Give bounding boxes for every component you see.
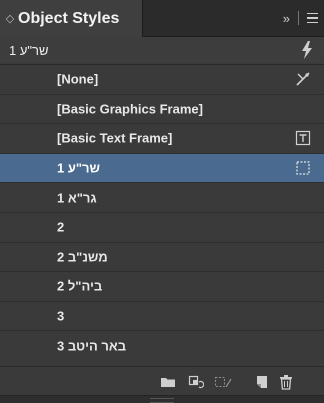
resize-grip[interactable] bbox=[150, 398, 174, 403]
clear-overrides-icon[interactable] bbox=[188, 374, 205, 390]
style-label: שר"ע 1 bbox=[57, 160, 101, 176]
style-row[interactable]: ביה"ל 2 bbox=[0, 272, 324, 302]
style-row-basic-graphics-frame[interactable]: [Basic Graphics Frame] bbox=[0, 95, 324, 125]
style-row[interactable]: גר"א 1 bbox=[0, 183, 324, 213]
panel-resize-handle[interactable] bbox=[0, 395, 324, 403]
style-row[interactable]: באר היטב 3 bbox=[0, 331, 324, 360]
lightning-bolt-icon[interactable] bbox=[301, 41, 313, 62]
panel-controls: » bbox=[283, 0, 318, 36]
style-row[interactable]: 2 bbox=[0, 213, 324, 243]
panel-tab-bar: ◇ Object Styles » bbox=[0, 0, 324, 37]
style-label: [Basic Graphics Frame] bbox=[57, 101, 203, 117]
panel-menu-icon[interactable] bbox=[307, 12, 318, 24]
panel-title: Object Styles bbox=[18, 9, 120, 27]
styles-list: [None] [Basic Graphics Frame] [Basic Tex… bbox=[0, 64, 324, 367]
trash-icon[interactable] bbox=[278, 374, 294, 390]
clear-attributes-icon[interactable] bbox=[214, 374, 232, 390]
style-label: [None] bbox=[57, 71, 99, 87]
style-row-basic-text-frame[interactable]: [Basic Text Frame] bbox=[0, 124, 324, 154]
style-label: 3 bbox=[57, 308, 65, 324]
style-label: גר"א 1 bbox=[57, 190, 97, 206]
panel-bottom-toolbar bbox=[0, 366, 324, 397]
style-label: [Basic Text Frame] bbox=[57, 130, 173, 146]
current-style-name: שר"ע 1 bbox=[9, 42, 49, 58]
style-row[interactable]: 3 bbox=[0, 302, 324, 332]
style-label: באר היטב 3 bbox=[57, 338, 127, 354]
new-style-icon[interactable] bbox=[254, 374, 270, 390]
folder-icon[interactable] bbox=[160, 374, 176, 390]
text-frame-icon bbox=[295, 130, 311, 146]
style-row-selected[interactable]: שר"ע 1 bbox=[0, 153, 324, 184]
no-style-icon bbox=[295, 71, 311, 87]
divider bbox=[298, 11, 299, 25]
object-styles-panel: ◇ Object Styles » שר"ע 1 [None] [Basic G… bbox=[0, 0, 324, 403]
style-label: 2 bbox=[57, 219, 65, 235]
style-row-none[interactable]: [None] bbox=[0, 65, 324, 95]
style-row[interactable]: משנ"ב 2 bbox=[0, 243, 324, 273]
collapse-panel-icon[interactable]: » bbox=[283, 11, 290, 26]
style-label: משנ"ב 2 bbox=[57, 249, 108, 265]
current-style-header: שר"ע 1 bbox=[0, 37, 324, 63]
tab-object-styles[interactable]: ◇ Object Styles bbox=[0, 0, 143, 37]
style-label: ביה"ל 2 bbox=[57, 278, 103, 294]
tab-grip-icon[interactable]: ◇ bbox=[2, 12, 18, 25]
graphics-frame-icon bbox=[295, 160, 311, 176]
